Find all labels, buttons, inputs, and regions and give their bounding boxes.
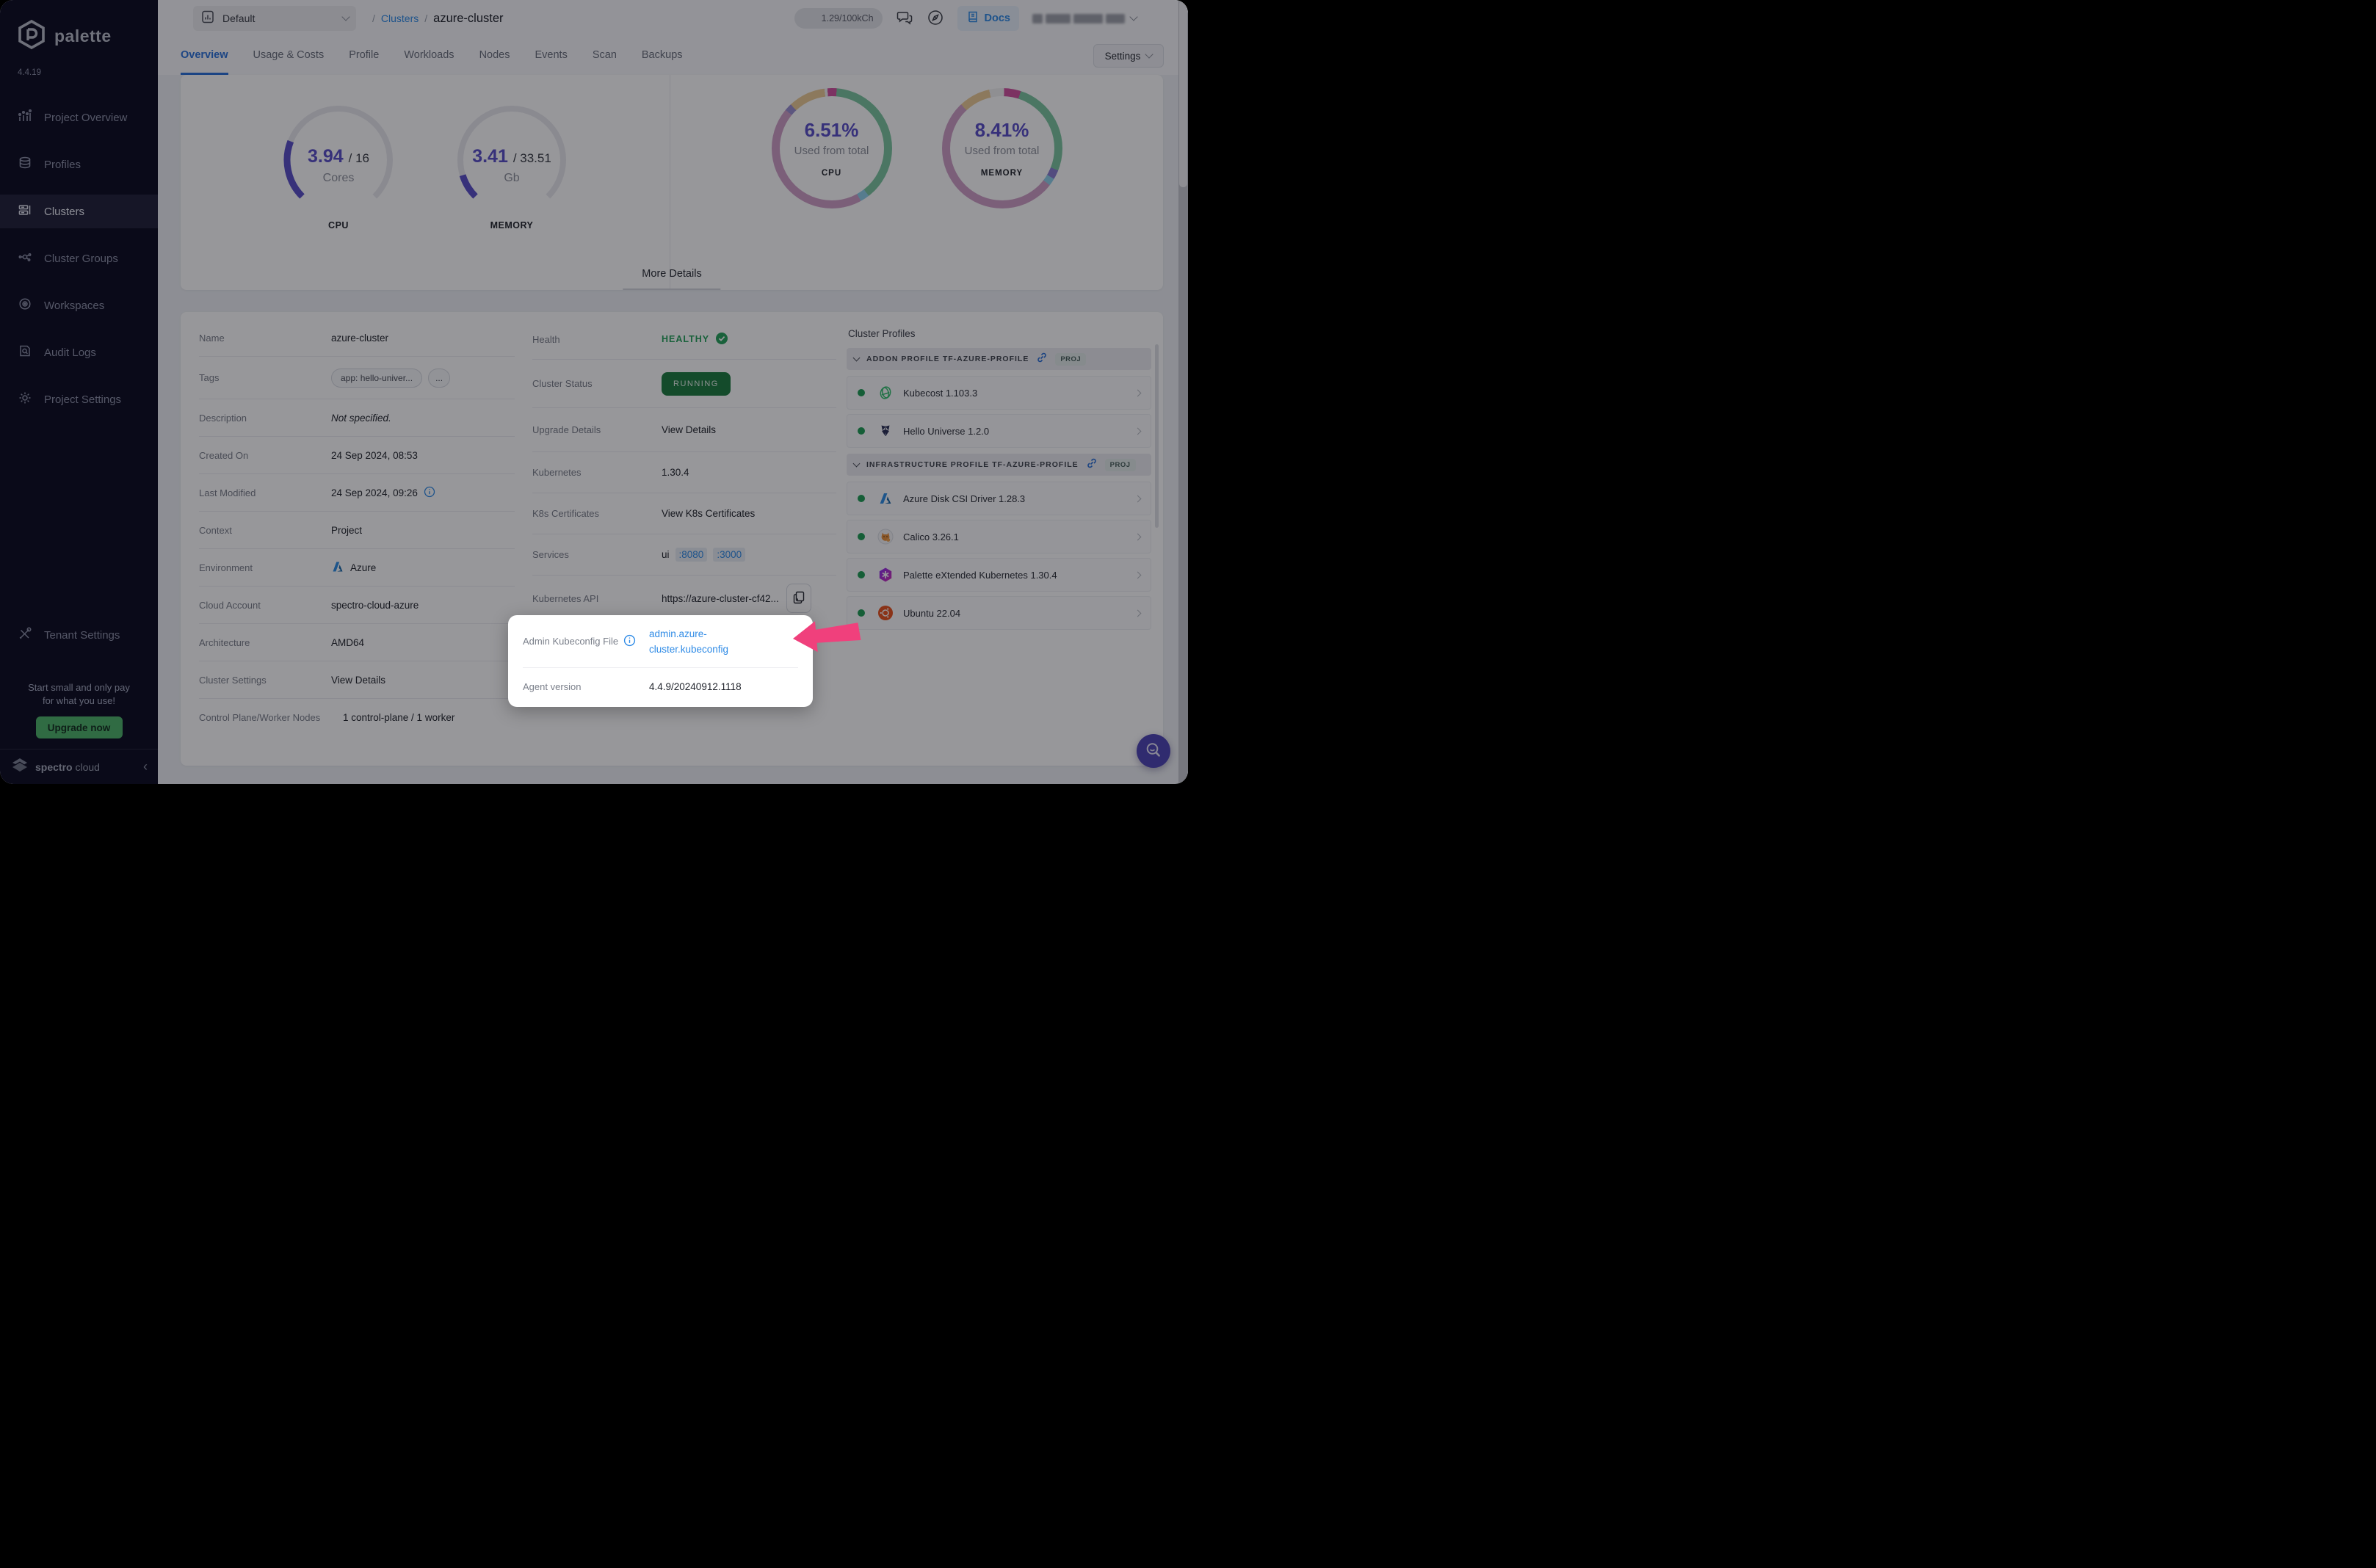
screen: palette 4.4.19 Project Overview Profiles… — [0, 0, 1188, 784]
detail-row-admin-kubeconfig: Admin Kubeconfig File admin.azure- clust… — [523, 615, 798, 668]
row-label: Agent version — [523, 680, 582, 692]
row-label: Admin Kubeconfig File — [523, 636, 619, 647]
kubeconfig-link-line2: cluster.kubeconfig — [649, 643, 729, 655]
detail-row-agent-version: Agent version 4.4.9/20240912.1118 — [523, 668, 798, 705]
app-window: palette 4.4.19 Project Overview Profiles… — [0, 0, 1188, 784]
agent-version-value: 4.4.9/20240912.1118 — [649, 680, 742, 692]
spotlight-admin-kubeconfig: Admin Kubeconfig File admin.azure- clust… — [508, 615, 813, 707]
kubeconfig-link-line1: admin.azure- — [649, 628, 707, 639]
info-icon[interactable] — [623, 634, 636, 649]
admin-kubeconfig-file-link[interactable]: admin.azure- cluster.kubeconfig — [649, 626, 728, 657]
tour-arrow — [790, 614, 864, 661]
